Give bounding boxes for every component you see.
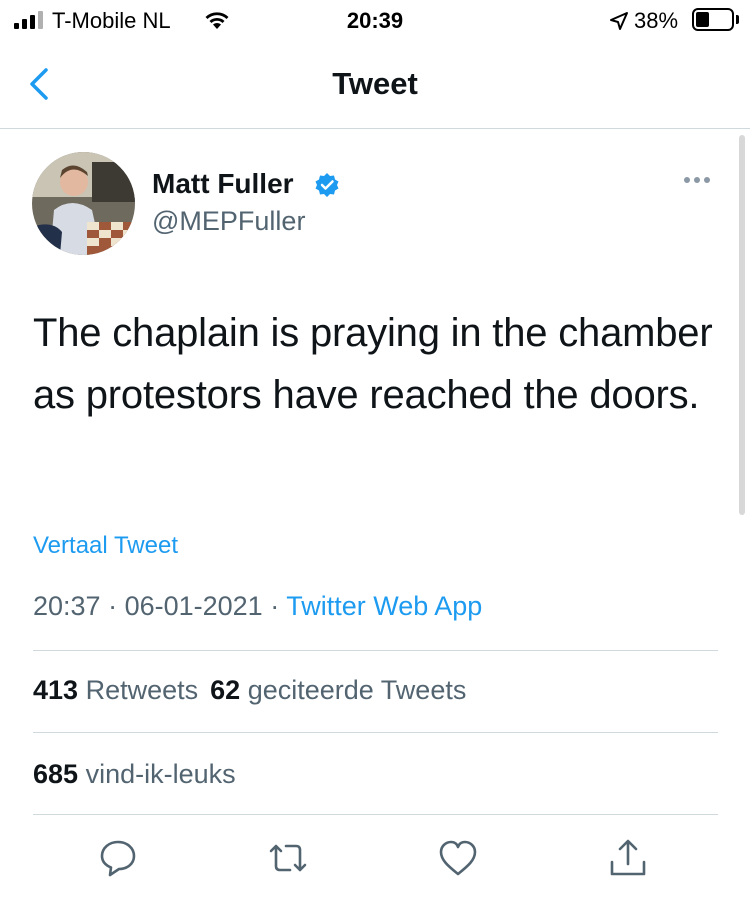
battery-icon: [692, 8, 734, 31]
author-name[interactable]: Matt Fuller: [152, 168, 294, 200]
share-icon: [610, 839, 646, 876]
share-button[interactable]: [606, 836, 650, 880]
reply-icon: [100, 840, 136, 877]
more-options-button[interactable]: [684, 177, 710, 183]
tweet-source-link[interactable]: Twitter Web App: [286, 591, 482, 621]
translate-tweet-link[interactable]: Vertaal Tweet: [33, 532, 178, 560]
retweet-icon: [269, 844, 307, 872]
nav-header: Tweet: [0, 42, 750, 129]
dot: [694, 177, 700, 183]
tweet-metadata: 20:37 · 06-01-2021 · Twitter Web App: [33, 591, 482, 622]
engagement-stats: 413 Retweets 62 geciteerde Tweets: [33, 675, 466, 706]
divider: [33, 732, 718, 733]
author-handle[interactable]: @MEPFuller: [152, 206, 305, 237]
divider: [33, 814, 718, 815]
quotes-stat[interactable]: 62 geciteerde Tweets: [210, 675, 466, 705]
meta-separator: ·: [100, 591, 125, 621]
quotes-label: geciteerde Tweets: [247, 675, 467, 705]
scrollbar[interactable]: [739, 135, 745, 515]
dot: [704, 177, 710, 183]
likes-count: 685: [33, 759, 79, 789]
divider: [33, 650, 718, 651]
reply-button[interactable]: [96, 836, 140, 880]
tweet-date: 06-01-2021: [124, 591, 263, 621]
dot: [684, 177, 690, 183]
location-arrow-icon: [610, 12, 628, 30]
likes-stat[interactable]: 685 vind-ik-leuks: [33, 759, 236, 790]
tweet-text: The chaplain is praying in the chamber a…: [33, 311, 713, 417]
avatar[interactable]: [32, 152, 135, 255]
page-title: Tweet: [332, 66, 418, 101]
battery-tip: [736, 15, 739, 24]
likes-label: vind-ik-leuks: [85, 759, 236, 789]
like-button[interactable]: [436, 836, 480, 880]
retweets-label: Retweets: [85, 675, 199, 705]
verified-badge-icon: [315, 173, 339, 197]
retweet-button[interactable]: [266, 836, 310, 880]
battery-percentage: 38%: [634, 8, 679, 33]
like-icon: [439, 840, 477, 876]
retweets-stat[interactable]: 413 Retweets: [33, 675, 198, 705]
status-bar: T-Mobile NL 20:39 38%: [0, 0, 750, 42]
quotes-count: 62: [210, 675, 241, 705]
retweets-count: 413: [33, 675, 79, 705]
tweet-time: 20:37: [33, 591, 101, 621]
meta-separator: ·: [262, 591, 287, 621]
battery-level-fill: [696, 12, 709, 27]
